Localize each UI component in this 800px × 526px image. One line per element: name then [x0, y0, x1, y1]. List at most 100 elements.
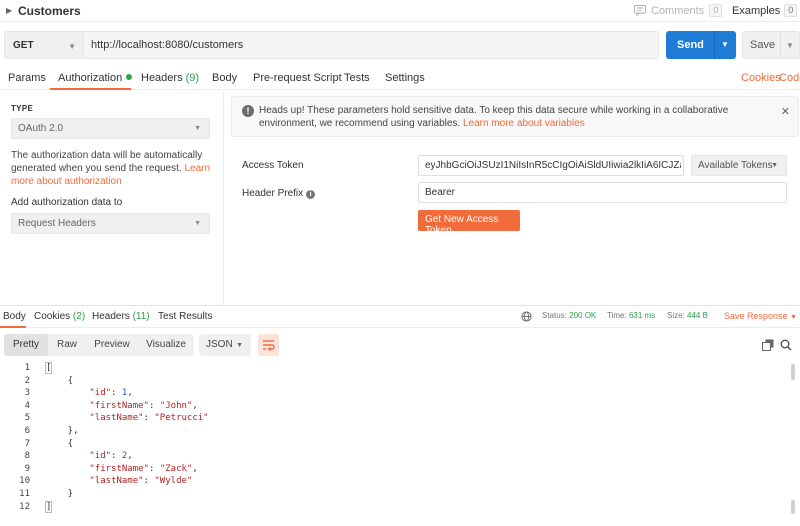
send-divider	[714, 31, 715, 59]
code-text: "lastName": "Wylde"	[89, 476, 193, 487]
close-icon[interactable]: ✕	[781, 105, 790, 118]
scrollbar-thumb-bottom[interactable]	[791, 500, 795, 514]
method-select[interactable]: GET ▼	[4, 31, 84, 59]
tab-authorization-label: Authorization	[58, 72, 123, 84]
save-response-button[interactable]: Save Response ▼	[724, 311, 797, 321]
code-link[interactable]: Code	[779, 72, 800, 84]
chevron-down-icon: ▼	[771, 162, 778, 169]
active-tab-indicator	[50, 88, 131, 90]
collapse-caret-icon[interactable]: ▶	[6, 6, 12, 15]
sensitive-data-alert: ! Heads up! These parameters hold sensit…	[231, 96, 799, 137]
code-text: {	[46, 438, 74, 449]
code-text: "id": 1,	[89, 388, 133, 399]
auth-type-value: OAuth 2.0	[18, 123, 64, 134]
preview-button[interactable]: Preview	[88, 334, 136, 356]
comments-button[interactable]: Comments 0	[634, 4, 723, 17]
response-format-select[interactable]: JSON ▼	[199, 334, 251, 356]
line-number: 12	[19, 501, 30, 512]
warning-icon: !	[242, 105, 254, 117]
response-tab-headers[interactable]: Headers (11)	[92, 311, 150, 322]
tab-params[interactable]: Params	[8, 72, 46, 84]
chevron-down-icon: ▼	[236, 342, 243, 349]
code-text: },	[46, 426, 79, 436]
send-options-chevron-icon[interactable]: ▼	[721, 40, 729, 49]
response-tab-cookies-count: (2)	[72, 311, 86, 322]
auth-description-text: The authorization data will be automatic…	[11, 150, 203, 174]
response-tab-cookies-label: Cookies	[34, 311, 71, 322]
send-button[interactable]: Send ▼	[666, 31, 736, 59]
get-new-access-token-label: Get New Access Token	[425, 214, 499, 236]
tab-headers[interactable]: Headers (9)	[141, 72, 199, 84]
examples-count: 0	[784, 4, 798, 17]
pretty-button[interactable]: Pretty	[4, 334, 48, 356]
line-number: 1	[24, 363, 30, 373]
tab-prerequest-script[interactable]: Pre-request Script	[253, 72, 342, 84]
request-title[interactable]: Customers	[18, 4, 81, 18]
line-number: 4	[24, 400, 30, 411]
save-response-label: Save Response	[724, 311, 788, 321]
time-value: 631 ms	[628, 311, 656, 320]
cookies-link[interactable]: Cookies	[741, 72, 781, 84]
line-number: 8	[24, 451, 30, 462]
code-text: [	[44, 362, 53, 374]
chevron-down-icon: ▼	[68, 42, 76, 51]
access-token-input[interactable]: eyJhbGciOiJSUzI1NiIsInR5cCIgOiAiSldUIiwi…	[418, 155, 684, 176]
response-tab-headers-count: (11)	[132, 311, 150, 322]
url-input[interactable]: http://localhost:8080/customers	[84, 31, 659, 59]
visualize-button[interactable]: Visualize	[140, 334, 192, 356]
chevron-down-icon: ▼	[194, 220, 201, 227]
size-label: Size:	[667, 311, 685, 320]
search-icon[interactable]	[780, 339, 792, 351]
size-value: 444 B	[687, 311, 708, 320]
save-button[interactable]: Save ▼	[742, 31, 800, 59]
access-token-value: eyJhbGciOiJSUzI1NiIsInR5cCIgOiAiSldUIiwi…	[425, 160, 681, 171]
get-new-access-token-button[interactable]: Get New Access Token	[418, 210, 520, 236]
line-number: 5	[24, 413, 30, 424]
response-tab-cookies[interactable]: Cookies (2)	[34, 311, 85, 322]
save-options-chevron-icon[interactable]: ▼	[786, 41, 794, 50]
wrap-lines-button[interactable]	[258, 334, 279, 356]
request-title-bar: ▶ Customers Comments 0 Examples 0 ▼	[0, 0, 800, 22]
line-number: 9	[24, 463, 30, 474]
send-label: Send	[677, 39, 704, 51]
header-prefix-value: Bearer	[425, 187, 456, 198]
tab-tests[interactable]: Tests	[344, 72, 370, 84]
header-prefix-input[interactable]: Bearer	[418, 182, 787, 203]
url-value: http://localhost:8080/customers	[91, 39, 244, 51]
response-view-modes: Pretty Raw Preview Visualize	[4, 334, 194, 356]
chevron-down-icon: ▼	[790, 314, 797, 321]
tab-authorization[interactable]: Authorization	[58, 72, 133, 84]
code-text: {	[46, 375, 74, 386]
code-text: }	[46, 489, 74, 499]
chevron-down-icon: ▼	[194, 125, 201, 132]
response-tab-body[interactable]: Body	[3, 311, 26, 322]
response-body-editor[interactable]: 1 [2 {3 "id": 1, 4 "firstName": "John", 5 "…	[0, 362, 790, 522]
add-auth-to-select[interactable]: Request Headers ▼	[11, 213, 210, 234]
scrollbar-thumb[interactable]	[791, 364, 795, 380]
raw-button[interactable]: Raw	[50, 334, 84, 356]
info-icon[interactable]: i	[306, 190, 316, 199]
globe-icon[interactable]	[521, 311, 532, 322]
line-number: 3	[24, 388, 30, 399]
alert-message: Heads up! These parameters hold sensitiv…	[259, 104, 759, 130]
line-number: 2	[24, 375, 30, 386]
header-prefix-label: Header Prefix i	[242, 188, 316, 199]
tab-settings[interactable]: Settings	[385, 72, 425, 84]
response-tab-test-results[interactable]: Test Results	[158, 311, 212, 322]
save-label: Save	[750, 39, 776, 51]
available-tokens-select[interactable]: Available Tokens ▼	[691, 155, 787, 176]
request-tabs: Params Authorization Headers (9) Body Pr…	[0, 66, 800, 90]
examples-dropdown[interactable]: Examples 0 ▼	[732, 4, 800, 17]
tab-headers-count: (9)	[185, 72, 200, 84]
examples-label: Examples	[732, 4, 781, 17]
code-text: "id": 2,	[89, 451, 133, 462]
auth-type-select[interactable]: OAuth 2.0 ▼	[11, 118, 210, 139]
tab-body[interactable]: Body	[212, 72, 237, 84]
line-number: 7	[24, 438, 30, 449]
status-value: 200 OK	[569, 311, 597, 320]
response-size: Size: 444 B	[667, 311, 708, 320]
wrap-lines-icon	[263, 340, 275, 351]
learn-more-variables-link[interactable]: Learn more about variables	[463, 118, 585, 129]
save-divider	[780, 32, 781, 58]
copy-icon[interactable]	[762, 339, 774, 351]
